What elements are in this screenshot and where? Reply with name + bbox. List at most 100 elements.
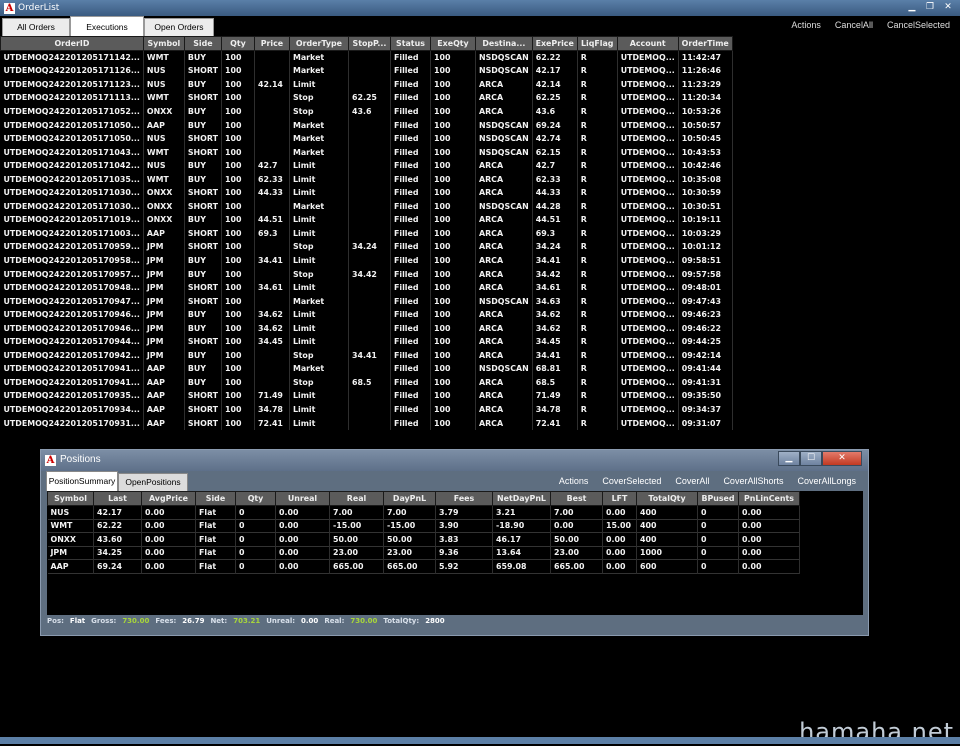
column-header[interactable]: LiqFlag — [576, 36, 618, 51]
table-row[interactable]: UTDEMOQ242201205170944... JPM SHORT 100 34.4… — [0, 334, 733, 349]
column-header[interactable]: Symbol — [47, 491, 94, 506]
cancel-selected-button[interactable]: CancelSelected — [887, 20, 950, 30]
table-row[interactable]: UTDEMOQ242201205170934... AAP SHORT 100 34.7… — [0, 402, 733, 417]
tab-position-summary[interactable]: PositionSummary — [46, 471, 118, 491]
table-row[interactable]: UTDEMOQ242201205170959... JPM SHORT 100 Stop… — [0, 240, 733, 254]
column-header[interactable]: ExeQty — [429, 36, 476, 51]
cover-all-longs-button[interactable]: CoverAllLongs — [797, 476, 856, 486]
table-cell: Filled — [390, 64, 431, 78]
table-row[interactable]: UTDEMOQ242201205171019... ONXX BUY 100 44.51… — [0, 213, 733, 227]
column-header[interactable]: AvgPrice — [141, 491, 196, 506]
table-row[interactable]: UTDEMOQ242201205170957... JPM BUY 100 Stop 34… — [0, 267, 733, 281]
positions-actions-menu[interactable]: Actions — [559, 476, 589, 486]
column-header[interactable]: Side — [183, 36, 222, 51]
table-cell: 09:46:23 — [678, 307, 733, 322]
column-header[interactable]: ExePrice — [531, 36, 578, 51]
column-header[interactable]: Qty — [235, 491, 276, 506]
table-cell: 10:03:29 — [678, 226, 733, 241]
column-header[interactable]: TotalQty — [636, 491, 698, 506]
column-header[interactable]: Last — [93, 491, 142, 506]
table-row[interactable]: ONXX 43.60 0.00 Flat 0 0.00 50.00 50.00 3.83 46.1… — [47, 532, 800, 546]
column-header[interactable]: Destina... — [474, 36, 533, 51]
table-cell: JPM — [143, 294, 185, 308]
cover-selected-button[interactable]: CoverSelected — [602, 476, 661, 486]
table-cell: 44.28 — [532, 199, 578, 214]
table-row[interactable]: UTDEMOQ242201205171030... ONXX SHORT 100 44.… — [0, 185, 733, 200]
table-row[interactable]: UTDEMOQ242201205171003... AAP SHORT 100 69.3… — [0, 226, 733, 241]
table-row[interactable]: UTDEMOQ242201205171052... ONXX BUY 100 Stop 4… — [0, 104, 733, 119]
close-icon[interactable]: ✕ — [822, 451, 862, 466]
column-header[interactable]: OrderTime — [677, 36, 733, 51]
table-row[interactable]: UTDEMOQ242201205170931... AAP SHORT 100 72.4… — [0, 416, 733, 430]
table-cell: SHORT — [184, 240, 222, 254]
table-row[interactable]: UTDEMOQ242201205171113... WMT SHORT 100 Stop… — [0, 91, 733, 105]
table-cell — [348, 64, 391, 78]
column-header[interactable]: Symbol — [142, 36, 185, 51]
minimize-icon[interactable]: ▁ — [904, 1, 920, 14]
cover-all-shorts-button[interactable]: CoverAllShorts — [723, 476, 783, 486]
table-cell: UTDEMOQ242201205171003... — [0, 226, 144, 241]
table-row[interactable]: UTDEMOQ242201205170942... JPM BUY 100 Stop 34… — [0, 348, 733, 363]
column-header[interactable]: Price — [253, 36, 290, 51]
column-header[interactable]: DayPnL — [383, 491, 436, 506]
table-cell: 44.33 — [254, 185, 290, 200]
restore-icon[interactable]: ❐ — [922, 1, 938, 14]
table-row[interactable]: UTDEMOQ242201205171030... ONXX SHORT 100 Mar… — [0, 199, 733, 214]
column-header[interactable]: Account — [616, 36, 679, 51]
table-row[interactable]: UTDEMOQ242201205170946... JPM BUY 100 34.62 L… — [0, 321, 733, 335]
table-cell: 0 — [235, 546, 276, 560]
table-cell: UTDEMOQ242201205171030... — [0, 185, 144, 200]
table-row[interactable]: UTDEMOQ242201205170947... JPM SHORT 100 Mark… — [0, 294, 733, 308]
column-header[interactable]: LFT — [602, 491, 637, 506]
table-cell: 42.17 — [532, 64, 578, 78]
table-row[interactable]: WMT 62.22 0.00 Flat 0 0.00 -15.00 -15.00 3.90 -18… — [47, 519, 800, 533]
table-row[interactable]: UTDEMOQ242201205171042... NUS BUY 100 42.7 Li… — [0, 158, 733, 173]
column-header[interactable]: Best — [550, 491, 603, 506]
table-row[interactable]: UTDEMOQ242201205170948... JPM SHORT 100 34.6… — [0, 280, 733, 295]
table-row[interactable]: UTDEMOQ242201205171035... WMT BUY 100 62.33 L… — [0, 172, 733, 186]
tab-all-orders[interactable]: All Orders — [2, 18, 70, 36]
column-header[interactable]: Fees — [435, 491, 493, 506]
cover-all-button[interactable]: CoverAll — [675, 476, 709, 486]
table-row[interactable]: UTDEMOQ242201205171123... NUS BUY 100 42.14 L… — [0, 77, 733, 92]
table-cell: 3.90 — [435, 519, 493, 533]
table-cell: 34.42 — [532, 267, 578, 281]
table-row[interactable]: UTDEMOQ242201205171050... NUS SHORT 100 Mark… — [0, 131, 733, 146]
table-row[interactable]: UTDEMOQ242201205170941... AAP BUY 100 Stop 68… — [0, 375, 733, 390]
table-row[interactable]: JPM 34.25 0.00 Flat 0 0.00 23.00 23.00 9.36 13.64… — [47, 546, 800, 560]
table-row[interactable]: AAP 69.24 0.00 Flat 0 0.00 665.00 665.00 5.92 659… — [47, 559, 800, 573]
column-header[interactable]: OrderType — [288, 36, 349, 51]
column-header[interactable]: Unreal — [275, 491, 330, 506]
table-row[interactable]: UTDEMOQ242201205171126... NUS SHORT 100 Mark… — [0, 64, 733, 78]
column-header[interactable]: Side — [195, 491, 236, 506]
actions-menu[interactable]: Actions — [791, 20, 821, 30]
table-cell: 100 — [430, 389, 476, 403]
maximize-icon[interactable]: ☐ — [800, 451, 822, 466]
table-row[interactable]: UTDEMOQ242201205171142... WMT BUY 100 Market… — [0, 50, 733, 65]
table-cell: 42.7 — [532, 158, 578, 173]
table-row[interactable]: UTDEMOQ242201205170935... AAP SHORT 100 71.4… — [0, 389, 733, 403]
column-header[interactable]: StopP... — [347, 36, 391, 51]
column-header[interactable]: Real — [329, 491, 384, 506]
column-header[interactable]: NetDayPnL — [492, 491, 551, 506]
column-header[interactable]: Status — [389, 36, 431, 51]
column-header[interactable]: PnLinCents — [738, 491, 800, 506]
tab-open-positions[interactable]: OpenPositions — [118, 473, 188, 491]
tab-open-orders[interactable]: Open Orders — [144, 18, 214, 36]
table-cell: Filled — [390, 253, 431, 268]
table-row[interactable]: NUS 42.17 0.00 Flat 0 0.00 7.00 7.00 3.79 3.21 7.0… — [47, 505, 800, 519]
table-row[interactable]: UTDEMOQ242201205170946... JPM BUY 100 34.62 L… — [0, 307, 733, 322]
table-row[interactable]: UTDEMOQ242201205171050... AAP BUY 100 Market… — [0, 118, 733, 132]
column-header[interactable]: OrderID — [0, 36, 144, 51]
column-header[interactable]: Qty — [220, 36, 255, 51]
tab-executions[interactable]: Executions — [70, 16, 144, 36]
close-icon[interactable]: ✕ — [940, 1, 956, 14]
table-row[interactable]: UTDEMOQ242201205170958... JPM BUY 100 34.41 L… — [0, 253, 733, 268]
column-header[interactable]: BPused — [697, 491, 739, 506]
table-row[interactable]: UTDEMOQ242201205170941... AAP BUY 100 Market… — [0, 362, 733, 376]
cancel-all-button[interactable]: CancelAll — [835, 20, 873, 30]
table-row[interactable]: UTDEMOQ242201205171043... WMT SHORT 100 Mark… — [0, 145, 733, 159]
minimize-icon[interactable]: ▁ — [778, 451, 800, 466]
table-cell: 09:47:43 — [678, 294, 733, 308]
table-cell: 34.42 — [348, 267, 391, 281]
